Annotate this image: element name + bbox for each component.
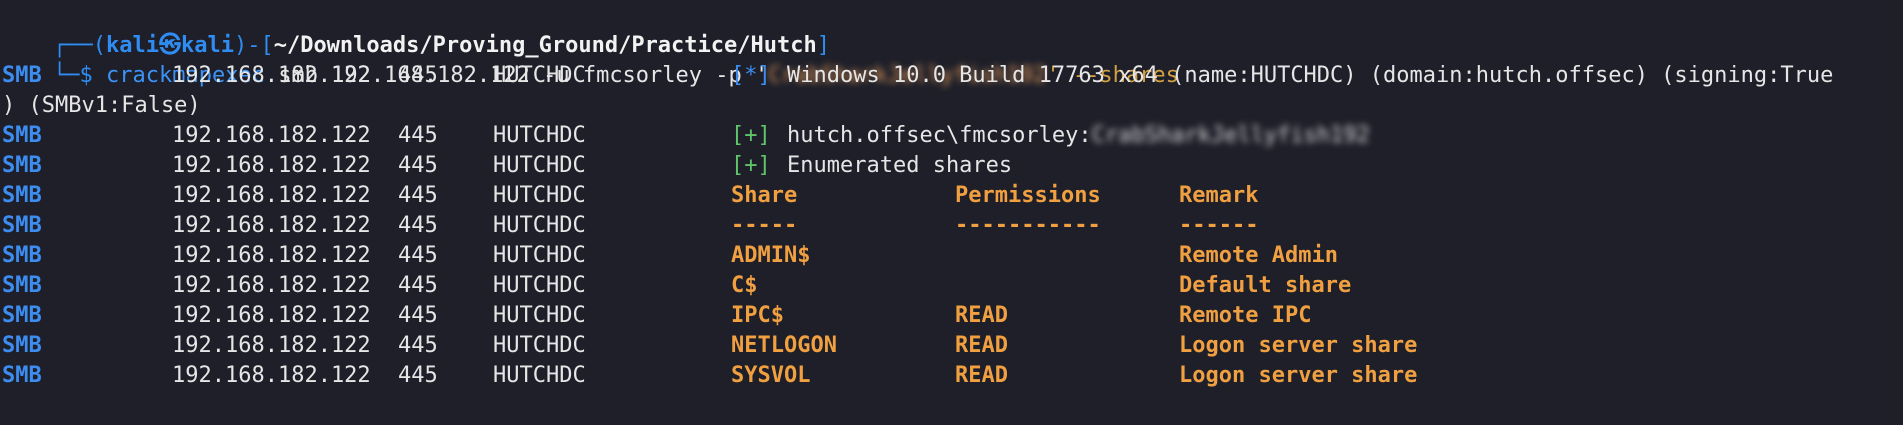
output-row-enum: SMB 192.168.182.122 445 HUTCHDC [+] Enum… <box>0 151 1903 181</box>
ip-address: 192.168.182.122 <box>172 243 371 268</box>
share-row: SMB 192.168.182.122 445 HUTCHDC SYSVOL R… <box>0 361 1903 391</box>
hostname: HUTCHDC <box>493 213 586 238</box>
hostname: HUTCHDC <box>493 303 586 328</box>
share-name: SYSVOL <box>731 363 811 388</box>
hostname: HUTCHDC <box>493 363 586 388</box>
port: 445 <box>398 333 438 358</box>
column-header-share: Share <box>731 183 798 208</box>
port: 445 <box>398 303 438 328</box>
enum-tag: [+] <box>731 153 771 178</box>
share-permissions: READ <box>955 363 1008 388</box>
ip-address: 192.168.182.122 <box>172 363 371 388</box>
port: 445 <box>398 183 438 208</box>
ip-address: 192.168.182.122 <box>172 273 371 298</box>
redacted-password: CrabSharkJellyfish192 <box>1091 123 1370 148</box>
share-row: SMB 192.168.182.122 445 HUTCHDC NETLOGON… <box>0 331 1903 361</box>
share-remark: Logon server share <box>1179 363 1418 388</box>
info-tag: [*] <box>731 63 771 88</box>
column-header-permissions: Permissions <box>955 183 1101 208</box>
port: 445 <box>398 363 438 388</box>
underline-share: ----- <box>731 213 798 238</box>
port: 445 <box>398 123 438 148</box>
terminal-window[interactable]: ┌──(kali㉿kali)-[~/Downloads/Proving_Grou… <box>0 0 1903 425</box>
ip-address: 192.168.182.122 <box>172 213 371 238</box>
info-text: Windows 10.0 Build 17763 x64 (name:HUTCH… <box>787 63 1834 88</box>
hostname: HUTCHDC <box>493 123 586 148</box>
share-remark: Remote Admin <box>1179 243 1338 268</box>
hostname: HUTCHDC <box>493 243 586 268</box>
share-name: ADMIN$ <box>731 243 811 268</box>
share-permissions: READ <box>955 333 1008 358</box>
hostname: HUTCHDC <box>493 183 586 208</box>
share-row: SMB 192.168.182.122 445 HUTCHDC C$ Defau… <box>0 271 1903 301</box>
ip-address: 192.168.182.122 <box>172 153 371 178</box>
enum-text: Enumerated shares <box>787 153 1013 178</box>
ip-address: 192.168.182.122 <box>172 183 371 208</box>
underline-remark: ------ <box>1179 213 1259 238</box>
hostname: HUTCHDC <box>493 63 586 88</box>
underline-permissions: ----------- <box>955 213 1101 238</box>
share-name: C$ <box>731 273 758 298</box>
output-row-info: SMB 192.168.182.122 445 HUTCHDC [*] Wind… <box>0 61 1903 91</box>
share-remark: Remote IPC <box>1179 303 1312 328</box>
share-row: SMB 192.168.182.122 445 HUTCHDC ADMIN$ R… <box>0 241 1903 271</box>
proto-label: SMB <box>2 273 42 298</box>
proto-label: SMB <box>2 153 42 178</box>
hostname: HUTCHDC <box>493 333 586 358</box>
auth-tag: [+] <box>731 123 771 148</box>
proto-label: SMB <box>2 333 42 358</box>
column-header-remark: Remark <box>1179 183 1259 208</box>
port: 445 <box>398 63 438 88</box>
share-permissions: READ <box>955 303 1008 328</box>
proto-label: SMB <box>2 63 42 88</box>
port: 445 <box>398 273 438 298</box>
share-remark: Logon server share <box>1179 333 1418 358</box>
hostname: HUTCHDC <box>493 273 586 298</box>
share-name: NETLOGON <box>731 333 837 358</box>
ip-address: 192.168.182.122 <box>172 303 371 328</box>
ip-address: 192.168.182.122 <box>172 333 371 358</box>
port: 445 <box>398 153 438 178</box>
port: 445 <box>398 243 438 268</box>
proto-label: SMB <box>2 123 42 148</box>
port: 445 <box>398 213 438 238</box>
proto-label: SMB <box>2 183 42 208</box>
proto-label: SMB <box>2 303 42 328</box>
output-row-auth: SMB 192.168.182.122 445 HUTCHDC [+] hutc… <box>0 121 1903 151</box>
output-row-info-wrap: ) (SMBv1:False) <box>0 91 1903 121</box>
info-wrap-text: ) (SMBv1:False) <box>2 93 201 118</box>
proto-label: SMB <box>2 363 42 388</box>
share-name: IPC$ <box>731 303 784 328</box>
proto-label: SMB <box>2 243 42 268</box>
prompt-line-top: ┌──(kali㉿kali)-[~/Downloads/Proving_Grou… <box>0 1 1903 58</box>
hostname: HUTCHDC <box>493 153 586 178</box>
output-row-header: SMB 192.168.182.122 445 HUTCHDC Share Pe… <box>0 181 1903 211</box>
command-line[interactable]: └─$ crackmapexec smb 192.168.182.122 -u … <box>0 31 1903 88</box>
share-row: SMB 192.168.182.122 445 HUTCHDC IPC$ REA… <box>0 301 1903 331</box>
proto-label: SMB <box>2 213 42 238</box>
share-remark: Default share <box>1179 273 1352 298</box>
output-row-underline: SMB 192.168.182.122 445 HUTCHDC ----- --… <box>0 211 1903 241</box>
auth-text: hutch.offsec\fmcsorley:CrabSharkJellyfis… <box>787 123 1370 148</box>
ip-address: 192.168.182.122 <box>172 63 371 88</box>
ip-address: 192.168.182.122 <box>172 123 371 148</box>
